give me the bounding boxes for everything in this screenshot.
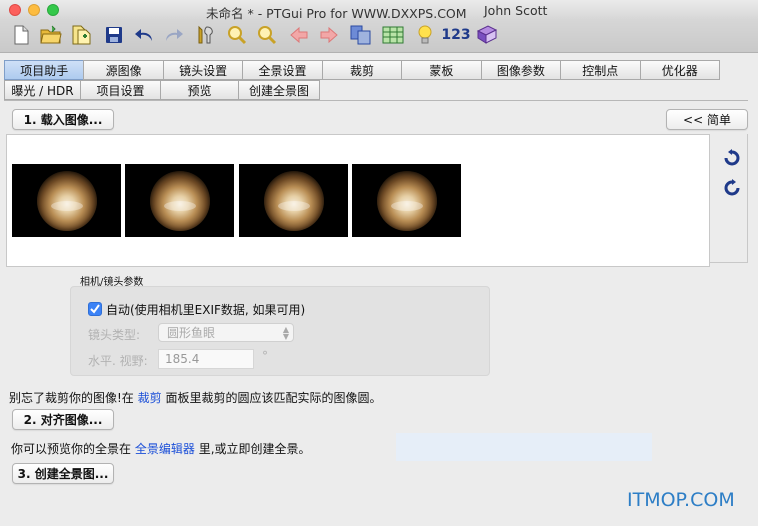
tab-exposure-hdr[interactable]: 曝光 / HDR <box>4 80 80 100</box>
rotate-counterclockwise-icon[interactable] <box>722 148 742 168</box>
window-user: John Scott <box>484 3 548 18</box>
close-window-button[interactable] <box>9 4 21 16</box>
open-folder-icon[interactable] <box>40 24 62 46</box>
fisheye-image <box>149 170 210 231</box>
image-strip[interactable] <box>6 134 710 267</box>
zoom-in-icon[interactable] <box>226 24 248 46</box>
lens-type-label: 镜头类型: <box>88 328 141 342</box>
secondary-tabs: 曝光 / HDR 项目设置 预览 创建全景图 <box>4 80 320 100</box>
ptgui-window: 未命名 * - PTGui Pro for WWW.DXXPS.COM John… <box>0 0 758 526</box>
tab-image-parameters[interactable]: 图像参数 <box>480 60 561 80</box>
main-tabs: 项目助手 源图像 镜头设置 全景设置 裁剪 蒙板 图像参数 控制点 优化器 <box>4 60 720 80</box>
save-icon[interactable] <box>103 24 125 46</box>
previous-icon[interactable] <box>288 24 310 46</box>
crop-hint-prefix: 别忘了裁剪你的图像!在 <box>9 391 134 405</box>
tab-create-panorama[interactable]: 创建全景图 <box>238 80 320 100</box>
table-icon[interactable] <box>382 24 404 46</box>
tab-project-settings[interactable]: 项目设置 <box>80 80 160 100</box>
new-document-icon[interactable] <box>10 24 32 46</box>
fov-input[interactable]: 185.4 <box>158 349 254 369</box>
load-images-button[interactable]: 1. 载入图像... <box>12 109 114 130</box>
crop-hint-suffix: 面板里裁剪的圆应该匹配实际的图像圆。 <box>165 391 382 405</box>
create-panorama-button[interactable]: 3. 创建全景图... <box>12 463 114 484</box>
fisheye-image <box>376 170 437 231</box>
next-icon[interactable] <box>318 24 340 46</box>
tab-optimizer[interactable]: 优化器 <box>639 60 720 80</box>
tab-control-points[interactable]: 控制点 <box>560 60 640 80</box>
rotate-clockwise-icon[interactable] <box>722 178 742 198</box>
title-bar: 未命名 * - PTGui Pro for WWW.DXXPS.COM John… <box>0 0 758 21</box>
numbers-icon[interactable]: 123 <box>441 24 471 46</box>
zoom-window-button[interactable] <box>47 4 59 16</box>
lightbulb-icon[interactable] <box>414 24 436 46</box>
lens-type-value: 圆形鱼眼 <box>167 326 216 340</box>
tab-mask[interactable]: 蒙板 <box>401 60 481 80</box>
tab-lens-settings[interactable]: 镜头设置 <box>162 60 243 80</box>
auto-exif-checkbox[interactable] <box>88 302 102 316</box>
select-arrows-icon: ▲ ▼ <box>282 325 289 341</box>
image-thumbnail[interactable] <box>239 164 348 237</box>
fov-label: 水平. 视野: <box>88 354 148 368</box>
add-images-icon[interactable] <box>70 24 92 46</box>
simple-mode-button[interactable]: << 简单 <box>666 109 748 130</box>
preview-hint: 你可以预览你的全景在 全景编辑器 里,或立即创建全景。 <box>11 440 311 457</box>
crop-panel-link[interactable]: 裁剪 <box>138 391 162 405</box>
highlight-area <box>396 433 652 461</box>
auto-exif-label[interactable]: 自动(使用相机里EXIF数据, 如果可用) <box>106 301 305 318</box>
tab-panorama-settings[interactable]: 全景设置 <box>242 60 322 80</box>
image-thumbnail[interactable] <box>12 164 121 237</box>
align-images-button[interactable]: 2. 对齐图像... <box>12 409 114 430</box>
zoom-out-icon[interactable] <box>256 24 278 46</box>
copy-icon[interactable] <box>350 24 372 46</box>
fisheye-image <box>263 170 324 231</box>
crop-hint: 别忘了裁剪你的图像!在 裁剪 面板里裁剪的圆应该匹配实际的图像圆。 <box>9 389 382 406</box>
fov-unit: ° <box>262 349 268 363</box>
toolbar: 123 <box>0 20 758 53</box>
tools-icon[interactable] <box>195 24 217 46</box>
watermark: ITMOP.COM <box>627 489 735 511</box>
fisheye-image <box>36 170 97 231</box>
tab-crop[interactable]: 裁剪 <box>321 60 402 80</box>
tab-project-assistant[interactable]: 项目助手 <box>4 60 84 80</box>
tab-source-images[interactable]: 源图像 <box>83 60 163 80</box>
redo-icon[interactable] <box>163 24 185 46</box>
undo-icon[interactable] <box>133 24 155 46</box>
lens-type-select[interactable]: 圆形鱼眼 ▲ ▼ <box>158 323 294 342</box>
preview-hint-prefix: 你可以预览你的全景在 <box>11 442 132 456</box>
panorama-editor-link[interactable]: 全景编辑器 <box>135 442 195 456</box>
preview-hint-suffix: 里,或立即创建全景。 <box>198 442 311 456</box>
help-book-icon[interactable] <box>476 24 498 46</box>
tab-preview[interactable]: 预览 <box>160 80 238 100</box>
image-thumbnail[interactable] <box>352 164 461 237</box>
image-thumbnail[interactable] <box>125 164 234 237</box>
minimize-window-button[interactable] <box>28 4 40 16</box>
